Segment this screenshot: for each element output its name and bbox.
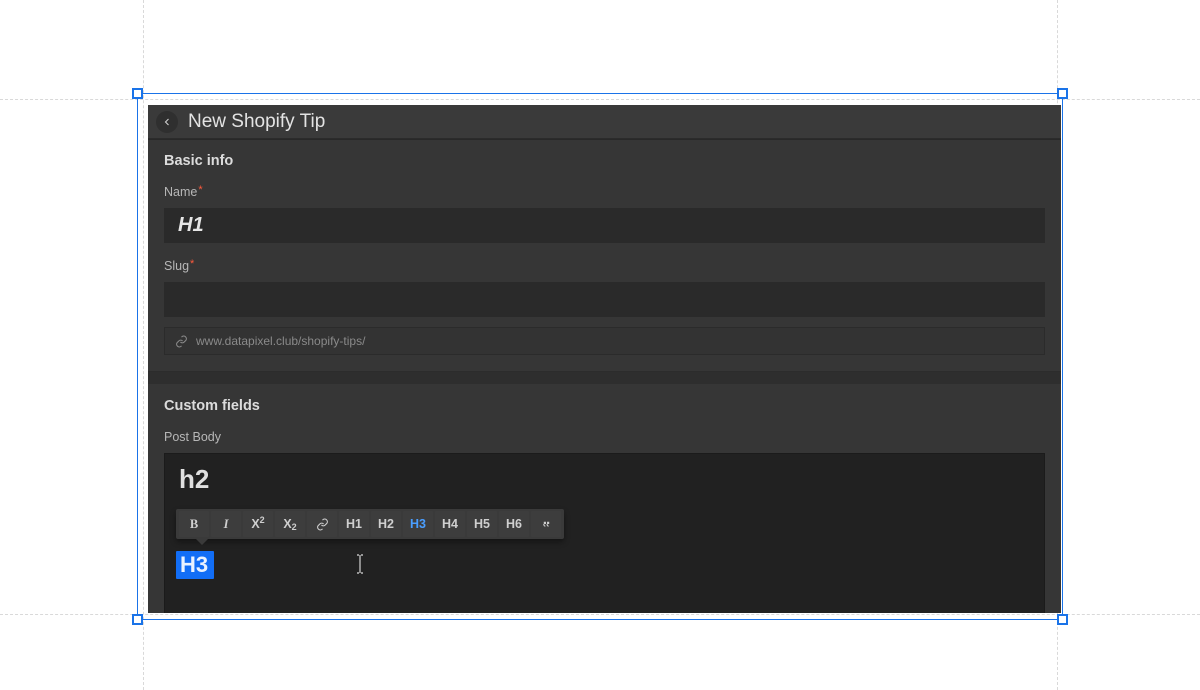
guide-horiz-top [0,99,1200,100]
post-body-label: Post Body [164,430,221,444]
superscript-x: X [251,517,259,531]
slug-input[interactable] [164,282,1045,317]
custom-fields-section: Custom fields Post Body h2 B I X2 X2 H1 … [148,384,1061,613]
format-toolbar: B I X2 X2 H1 H2 H3 H4 H5 H6 [176,509,564,539]
custom-fields-heading: Custom fields [164,398,1045,414]
resize-handle-bottom-right[interactable] [1057,614,1068,625]
link-button[interactable] [307,511,337,537]
resize-handle-top-right[interactable] [1057,88,1068,99]
superscript-button[interactable]: X2 [243,511,273,537]
section-divider [148,372,1061,384]
basic-info-heading: Basic info [164,153,1045,169]
h6-button[interactable]: H6 [499,511,529,537]
back-button[interactable] [156,111,178,133]
guide-horiz-bottom [0,614,1200,615]
h3-button[interactable]: H3 [403,511,433,537]
h4-button[interactable]: H4 [435,511,465,537]
resize-handle-bottom-left[interactable] [132,614,143,625]
name-field-label: Name* [164,185,203,199]
quote-icon [540,518,553,531]
slug-url-text: www.datapixel.club/shopify-tips/ [196,334,365,348]
subscript-2: 2 [292,522,297,532]
resize-handle-top-left[interactable] [132,88,143,99]
editor-selection-line[interactable]: H3 [179,551,1030,579]
arrow-left-icon [161,116,173,128]
selected-h3-text[interactable]: H3 [176,551,214,579]
text-cursor-icon [355,554,365,579]
subscript-button[interactable]: X2 [275,511,305,537]
subscript-x: X [283,517,291,531]
link-icon [316,518,329,531]
slug-url-hint: www.datapixel.club/shopify-tips/ [164,327,1045,355]
slug-field-label: Slug* [164,259,194,273]
blockquote-button[interactable] [531,511,561,537]
panel-title: New Shopify Tip [188,111,325,133]
h2-button[interactable]: H2 [371,511,401,537]
cms-panel: New Shopify Tip Basic info Name* Slug* w… [148,105,1061,613]
h5-button[interactable]: H5 [467,511,497,537]
italic-button[interactable]: I [211,511,241,537]
basic-info-section: Basic info Name* Slug* www.datapixel.clu… [148,139,1061,372]
bold-button[interactable]: B [179,511,209,537]
required-mark: * [198,184,202,196]
h1-button[interactable]: H1 [339,511,369,537]
editor-line-h2[interactable]: h2 [179,464,1030,495]
required-mark: * [190,258,194,270]
panel-header: New Shopify Tip [148,105,1061,139]
superscript-2: 2 [260,515,265,525]
rich-text-editor[interactable]: h2 B I X2 X2 H1 H2 H3 H4 H5 H6 [164,453,1045,613]
name-input[interactable] [164,208,1045,243]
slug-label-text: Slug [164,259,189,273]
link-icon [175,335,188,348]
name-label-text: Name [164,185,197,199]
guide-vert-left [143,0,144,690]
